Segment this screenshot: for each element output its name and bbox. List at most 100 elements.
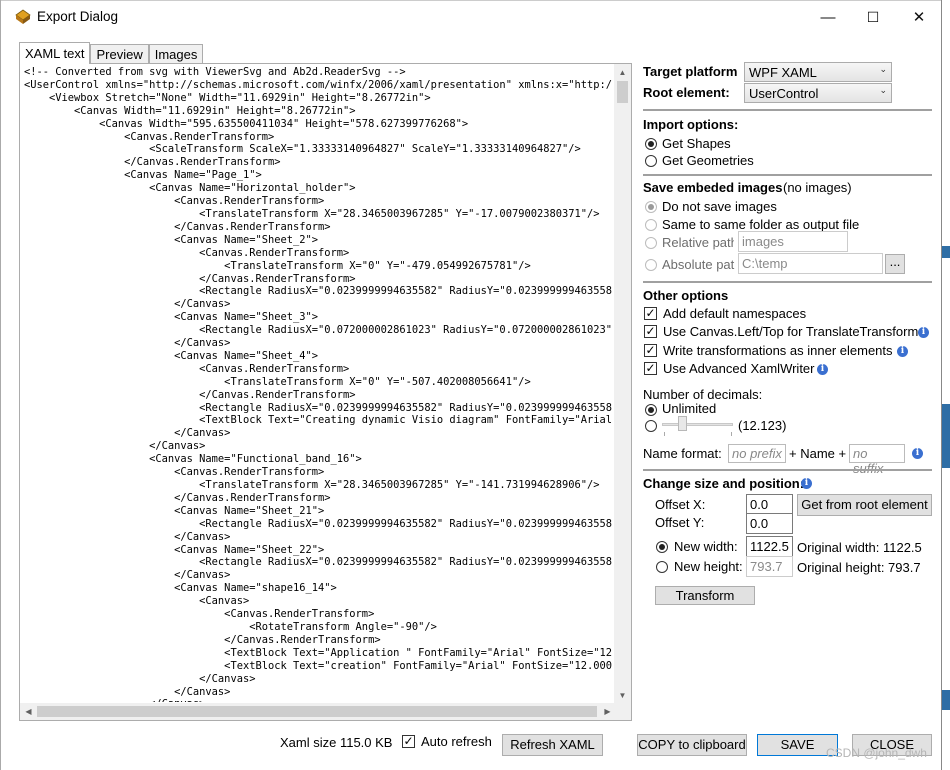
suffix-input[interactable]: no suffix: [849, 444, 905, 476]
code-line: <TextBlock Text="Application " FontFamil…: [24, 646, 612, 659]
code-line: </Canvas>: [24, 337, 231, 350]
code-line: <TextBlock Text="Creating dynamic Visio …: [24, 414, 612, 427]
refresh-xaml-button[interactable]: Refresh XAML: [502, 734, 603, 756]
root-element-select[interactable]: UserControl ⌄: [744, 83, 892, 103]
scroll-left-icon[interactable]: ◀: [20, 703, 37, 720]
code-line: </Canvas>: [24, 427, 231, 440]
original-width: Original width: 1122.5: [797, 540, 922, 555]
code-line: <Rectangle RadiusX="0.0239999994635582" …: [24, 401, 612, 414]
scroll-down-icon[interactable]: ▼: [614, 687, 631, 704]
prefix-input[interactable]: no prefix: [728, 444, 786, 463]
slider-ticks: [664, 432, 732, 436]
target-platform-label: Target platform: [643, 64, 738, 79]
transform-button[interactable]: Transform: [655, 586, 755, 605]
use-advanced-label: Use Advanced XamlWriter: [663, 361, 815, 376]
scroll-up-icon[interactable]: ▲: [614, 64, 631, 81]
background-window-strip: [942, 0, 950, 770]
separator: [643, 281, 932, 283]
maximize-button[interactable]: ☐: [850, 1, 896, 33]
use-canvas-left-checkbox[interactable]: ✓: [644, 325, 657, 338]
relative-path-input[interactable]: images: [738, 231, 848, 252]
same-folder-radio[interactable]: [645, 219, 657, 231]
new-height-input[interactable]: 793.7: [746, 556, 793, 577]
get-shapes-radio[interactable]: [645, 138, 657, 150]
tab-xaml-text[interactable]: XAML text: [19, 42, 91, 64]
save-images-note: (no images): [783, 180, 852, 195]
absolute-path-input[interactable]: C:\temp: [738, 253, 883, 274]
vertical-scrollbar[interactable]: ▲ ▼: [614, 64, 631, 704]
decimals-radio[interactable]: [645, 420, 657, 432]
close-window-button[interactable]: ✕: [896, 1, 942, 33]
code-line: <Canvas.RenderTransform>: [24, 362, 350, 375]
separator: [643, 174, 932, 176]
write-transforms-checkbox[interactable]: ✓: [644, 344, 657, 357]
code-line: <TranslateTransform X="0" Y="-507.402008…: [24, 375, 531, 388]
decimals-value: (12.123): [738, 418, 787, 433]
code-line: <Viewbox Stretch="None" Width="11.6929in…: [24, 91, 431, 104]
add-default-ns-checkbox[interactable]: ✓: [644, 307, 657, 320]
root-element-label: Root element:: [643, 85, 730, 100]
code-line: <Canvas.RenderTransform>: [24, 130, 275, 143]
target-platform-select[interactable]: WPF XAML ⌄: [744, 62, 892, 82]
vertical-scroll-thumb[interactable]: [617, 81, 628, 103]
same-folder-label: Same to same folder as output file: [662, 217, 860, 232]
decimals-slider-thumb[interactable]: [678, 416, 687, 431]
write-transforms-label: Write transformations as inner elements: [663, 343, 893, 358]
info-icon[interactable]: i: [918, 327, 929, 338]
minimize-button[interactable]: —: [805, 1, 851, 33]
target-platform-value: WPF XAML: [749, 65, 817, 80]
code-line: <Canvas Name="Sheet_21">: [24, 504, 325, 517]
unlimited-label: Unlimited: [662, 401, 717, 416]
info-icon[interactable]: i: [801, 478, 812, 489]
info-icon[interactable]: i: [817, 364, 828, 375]
info-icon[interactable]: i: [897, 346, 908, 357]
absolute-path-radio[interactable]: [645, 259, 657, 271]
code-line: </Canvas>: [24, 698, 612, 702]
separator: [643, 469, 932, 471]
offset-y-input[interactable]: 0.0: [746, 513, 793, 534]
horizontal-scrollbar[interactable]: ◀ ▶: [20, 703, 616, 720]
code-line: </Canvas.RenderTransform>: [24, 220, 331, 233]
offset-x-input[interactable]: 0.0: [746, 494, 793, 515]
copy-to-clipboard-button[interactable]: COPY to clipboard: [637, 734, 747, 756]
code-line: <Canvas.RenderTransform>: [24, 466, 325, 479]
tab-images[interactable]: Images: [148, 44, 204, 64]
save-images-heading: Save embeded images: [643, 180, 783, 195]
unlimited-radio[interactable]: [645, 404, 657, 416]
decimals-label: Number of decimals:: [643, 387, 763, 402]
code-line: </Canvas.RenderTransform>: [24, 388, 356, 401]
get-shapes-label: Get Shapes: [662, 136, 731, 151]
xaml-text-area[interactable]: <!-- Converted from svg with ViewerSvg a…: [19, 63, 632, 721]
code-line: <Canvas Name="Sheet_2">: [24, 233, 319, 246]
code-line: <Canvas Name="Functional_band_16">: [24, 453, 362, 466]
code-line: <Canvas Name="shape16_14">: [24, 582, 337, 595]
code-line: <TextBlock Text="creation" FontFamily="A…: [24, 659, 612, 672]
code-line: <Rectangle RadiusX="0.0239999994635582" …: [24, 556, 612, 569]
plus-name-label: + Name +: [789, 446, 847, 461]
do-not-save-label: Do not save images: [662, 199, 777, 214]
new-width-input[interactable]: 1122.5: [746, 536, 793, 557]
tab-preview[interactable]: Preview: [90, 44, 149, 64]
get-geometries-radio[interactable]: [645, 155, 657, 167]
xaml-code[interactable]: <!-- Converted from svg with ViewerSvg a…: [24, 66, 612, 702]
browse-button[interactable]: ...: [885, 254, 905, 274]
code-line: </Canvas>: [24, 672, 256, 685]
code-line: </Canvas>: [24, 298, 231, 311]
info-icon[interactable]: i: [912, 448, 923, 459]
new-height-radio[interactable]: [656, 561, 668, 573]
relative-path-radio[interactable]: [645, 237, 657, 249]
code-line: <TranslateTransform X="28.3465003967285"…: [24, 207, 600, 220]
use-advanced-checkbox[interactable]: ✓: [644, 362, 657, 375]
code-line: </Canvas>: [24, 569, 231, 582]
chevron-down-icon: ⌄: [879, 64, 887, 74]
code-line: </Canvas>: [24, 530, 231, 543]
get-from-root-button[interactable]: Get from root element: [797, 494, 932, 516]
do-not-save-radio[interactable]: [645, 201, 657, 213]
code-line: <Canvas Name="Sheet_4">: [24, 349, 319, 362]
code-line: <Rectangle RadiusX="0.0239999994635582" …: [24, 285, 612, 298]
new-width-radio[interactable]: [656, 541, 668, 553]
horizontal-scroll-thumb[interactable]: [37, 706, 597, 717]
auto-refresh-checkbox[interactable]: ✓: [402, 735, 415, 748]
code-line: <Canvas Name="Page_1">: [24, 169, 262, 182]
original-height: Original height: 793.7: [797, 560, 921, 575]
